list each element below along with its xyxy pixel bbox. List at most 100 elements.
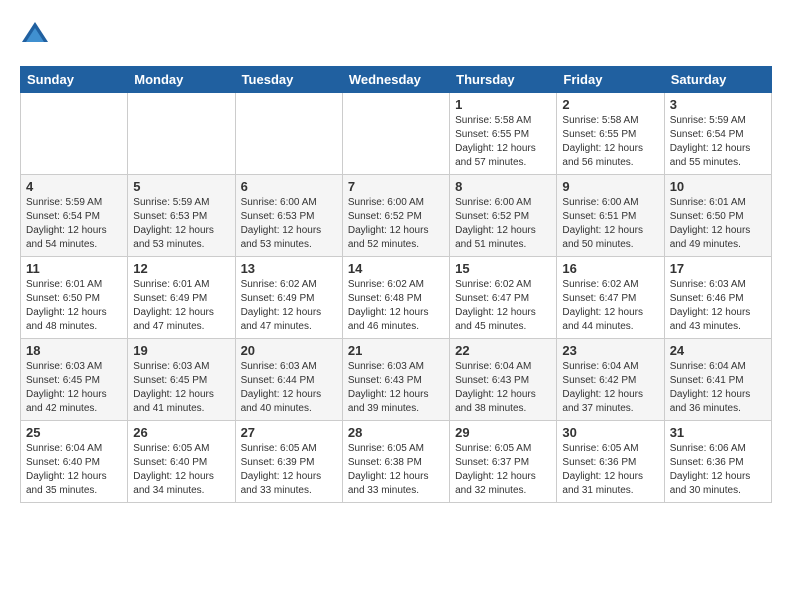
calendar-table: SundayMondayTuesdayWednesdayThursdayFrid… (20, 66, 772, 503)
day-info: Sunrise: 5:59 AM Sunset: 6:53 PM Dayligh… (133, 196, 229, 252)
day-info: Sunrise: 6:03 AM Sunset: 6:46 PM Dayligh… (670, 278, 766, 334)
day-number: 24 (670, 343, 766, 358)
header-friday: Friday (557, 67, 664, 93)
calendar-header-row: SundayMondayTuesdayWednesdayThursdayFrid… (21, 67, 772, 93)
day-info: Sunrise: 6:04 AM Sunset: 6:43 PM Dayligh… (455, 360, 551, 416)
day-info: Sunrise: 5:58 AM Sunset: 6:55 PM Dayligh… (455, 114, 551, 170)
day-number: 16 (562, 261, 658, 276)
day-info: Sunrise: 5:59 AM Sunset: 6:54 PM Dayligh… (26, 196, 122, 252)
header-sunday: Sunday (21, 67, 128, 93)
day-cell: 2 Sunrise: 5:58 AM Sunset: 6:55 PM Daylig… (557, 93, 664, 175)
day-cell (235, 93, 342, 175)
day-number: 29 (455, 425, 551, 440)
day-info: Sunrise: 6:02 AM Sunset: 6:48 PM Dayligh… (348, 278, 444, 334)
header-wednesday: Wednesday (342, 67, 449, 93)
day-number: 27 (241, 425, 337, 440)
day-cell: 10Sunrise: 6:01 AM Sunset: 6:50 PM Dayli… (664, 175, 771, 257)
day-cell: 30Sunrise: 6:05 AM Sunset: 6:36 PM Dayli… (557, 421, 664, 503)
day-cell: 24 Sunrise: 6:04 AM Sunset: 6:41 PM Dayli… (664, 339, 771, 421)
day-cell: 21 Sunrise: 6:03 AM Sunset: 6:43 PM Dayli… (342, 339, 449, 421)
logo (20, 20, 54, 50)
day-number: 18 (26, 343, 122, 358)
page-header (20, 20, 772, 50)
day-info: Sunrise: 6:03 AM Sunset: 6:44 PM Dayligh… (241, 360, 337, 416)
day-number: 6 (241, 179, 337, 194)
day-cell: 20 Sunrise: 6:03 AM Sunset: 6:44 PM Dayli… (235, 339, 342, 421)
week-row-2: 11 Sunrise: 6:01 AM Sunset: 6:50 PM Dayli… (21, 257, 772, 339)
day-info: Sunrise: 6:03 AM Sunset: 6:45 PM Dayligh… (26, 360, 122, 416)
day-number: 7 (348, 179, 444, 194)
day-cell (128, 93, 235, 175)
day-number: 26 (133, 425, 229, 440)
header-thursday: Thursday (450, 67, 557, 93)
day-number: 19 (133, 343, 229, 358)
day-number: 4 (26, 179, 122, 194)
day-cell: 27 Sunrise: 6:05 AM Sunset: 6:39 PM Dayli… (235, 421, 342, 503)
day-number: 13 (241, 261, 337, 276)
week-row-3: 18 Sunrise: 6:03 AM Sunset: 6:45 PM Dayli… (21, 339, 772, 421)
header-tuesday: Tuesday (235, 67, 342, 93)
day-info: Sunrise: 6:01 AM Sunset: 6:49 PM Dayligh… (133, 278, 229, 334)
day-number: 8 (455, 179, 551, 194)
day-info: Sunrise: 6:04 AM Sunset: 6:41 PM Dayligh… (670, 360, 766, 416)
day-cell: 5 Sunrise: 5:59 AM Sunset: 6:53 PM Daylig… (128, 175, 235, 257)
day-info: Sunrise: 5:58 AM Sunset: 6:55 PM Dayligh… (562, 114, 658, 170)
day-number: 9 (562, 179, 658, 194)
day-info: Sunrise: 5:59 AM Sunset: 6:54 PM Dayligh… (670, 114, 766, 170)
day-number: 21 (348, 343, 444, 358)
day-info: Sunrise: 6:05 AM Sunset: 6:37 PM Dayligh… (455, 442, 551, 498)
day-info: Sunrise: 6:03 AM Sunset: 6:43 PM Dayligh… (348, 360, 444, 416)
day-info: Sunrise: 6:03 AM Sunset: 6:45 PM Dayligh… (133, 360, 229, 416)
week-row-1: 4 Sunrise: 5:59 AM Sunset: 6:54 PM Daylig… (21, 175, 772, 257)
day-info: Sunrise: 6:05 AM Sunset: 6:38 PM Dayligh… (348, 442, 444, 498)
calendar-body: 1 Sunrise: 5:58 AM Sunset: 6:55 PM Daylig… (21, 93, 772, 503)
day-number: 11 (26, 261, 122, 276)
day-cell: 4 Sunrise: 5:59 AM Sunset: 6:54 PM Daylig… (21, 175, 128, 257)
day-cell (21, 93, 128, 175)
day-cell: 9 Sunrise: 6:00 AM Sunset: 6:51 PM Daylig… (557, 175, 664, 257)
day-number: 1 (455, 97, 551, 112)
day-number: 17 (670, 261, 766, 276)
day-cell: 28Sunrise: 6:05 AM Sunset: 6:38 PM Dayli… (342, 421, 449, 503)
day-info: Sunrise: 6:02 AM Sunset: 6:49 PM Dayligh… (241, 278, 337, 334)
day-info: Sunrise: 6:02 AM Sunset: 6:47 PM Dayligh… (562, 278, 658, 334)
day-number: 31 (670, 425, 766, 440)
day-cell: 14 Sunrise: 6:02 AM Sunset: 6:48 PM Dayli… (342, 257, 449, 339)
day-number: 3 (670, 97, 766, 112)
day-number: 5 (133, 179, 229, 194)
day-cell: 26 Sunrise: 6:05 AM Sunset: 6:40 PM Dayli… (128, 421, 235, 503)
day-info: Sunrise: 6:02 AM Sunset: 6:47 PM Dayligh… (455, 278, 551, 334)
day-number: 2 (562, 97, 658, 112)
day-number: 15 (455, 261, 551, 276)
week-row-0: 1 Sunrise: 5:58 AM Sunset: 6:55 PM Daylig… (21, 93, 772, 175)
day-number: 22 (455, 343, 551, 358)
day-number: 14 (348, 261, 444, 276)
day-cell: 1 Sunrise: 5:58 AM Sunset: 6:55 PM Daylig… (450, 93, 557, 175)
day-info: Sunrise: 6:00 AM Sunset: 6:52 PM Dayligh… (455, 196, 551, 252)
day-cell: 29 Sunrise: 6:05 AM Sunset: 6:37 PM Dayli… (450, 421, 557, 503)
day-number: 20 (241, 343, 337, 358)
day-cell: 3 Sunrise: 5:59 AM Sunset: 6:54 PM Daylig… (664, 93, 771, 175)
logo-icon (20, 20, 50, 50)
day-cell: 31 Sunrise: 6:06 AM Sunset: 6:36 PM Dayli… (664, 421, 771, 503)
day-cell: 7Sunrise: 6:00 AM Sunset: 6:52 PM Daylig… (342, 175, 449, 257)
header-saturday: Saturday (664, 67, 771, 93)
day-cell: 6Sunrise: 6:00 AM Sunset: 6:53 PM Daylig… (235, 175, 342, 257)
day-cell: 25Sunrise: 6:04 AM Sunset: 6:40 PM Dayli… (21, 421, 128, 503)
day-cell: 17 Sunrise: 6:03 AM Sunset: 6:46 PM Dayli… (664, 257, 771, 339)
day-cell: 11 Sunrise: 6:01 AM Sunset: 6:50 PM Dayli… (21, 257, 128, 339)
day-number: 23 (562, 343, 658, 358)
week-row-4: 25Sunrise: 6:04 AM Sunset: 6:40 PM Dayli… (21, 421, 772, 503)
day-info: Sunrise: 6:00 AM Sunset: 6:51 PM Dayligh… (562, 196, 658, 252)
day-info: Sunrise: 6:05 AM Sunset: 6:40 PM Dayligh… (133, 442, 229, 498)
day-cell: 13 Sunrise: 6:02 AM Sunset: 6:49 PM Dayli… (235, 257, 342, 339)
day-number: 12 (133, 261, 229, 276)
day-cell (342, 93, 449, 175)
day-cell: 12 Sunrise: 6:01 AM Sunset: 6:49 PM Dayli… (128, 257, 235, 339)
day-cell: 8 Sunrise: 6:00 AM Sunset: 6:52 PM Daylig… (450, 175, 557, 257)
day-cell: 15 Sunrise: 6:02 AM Sunset: 6:47 PM Dayli… (450, 257, 557, 339)
day-info: Sunrise: 6:01 AM Sunset: 6:50 PM Dayligh… (26, 278, 122, 334)
day-info: Sunrise: 6:05 AM Sunset: 6:39 PM Dayligh… (241, 442, 337, 498)
day-number: 25 (26, 425, 122, 440)
day-info: Sunrise: 6:06 AM Sunset: 6:36 PM Dayligh… (670, 442, 766, 498)
